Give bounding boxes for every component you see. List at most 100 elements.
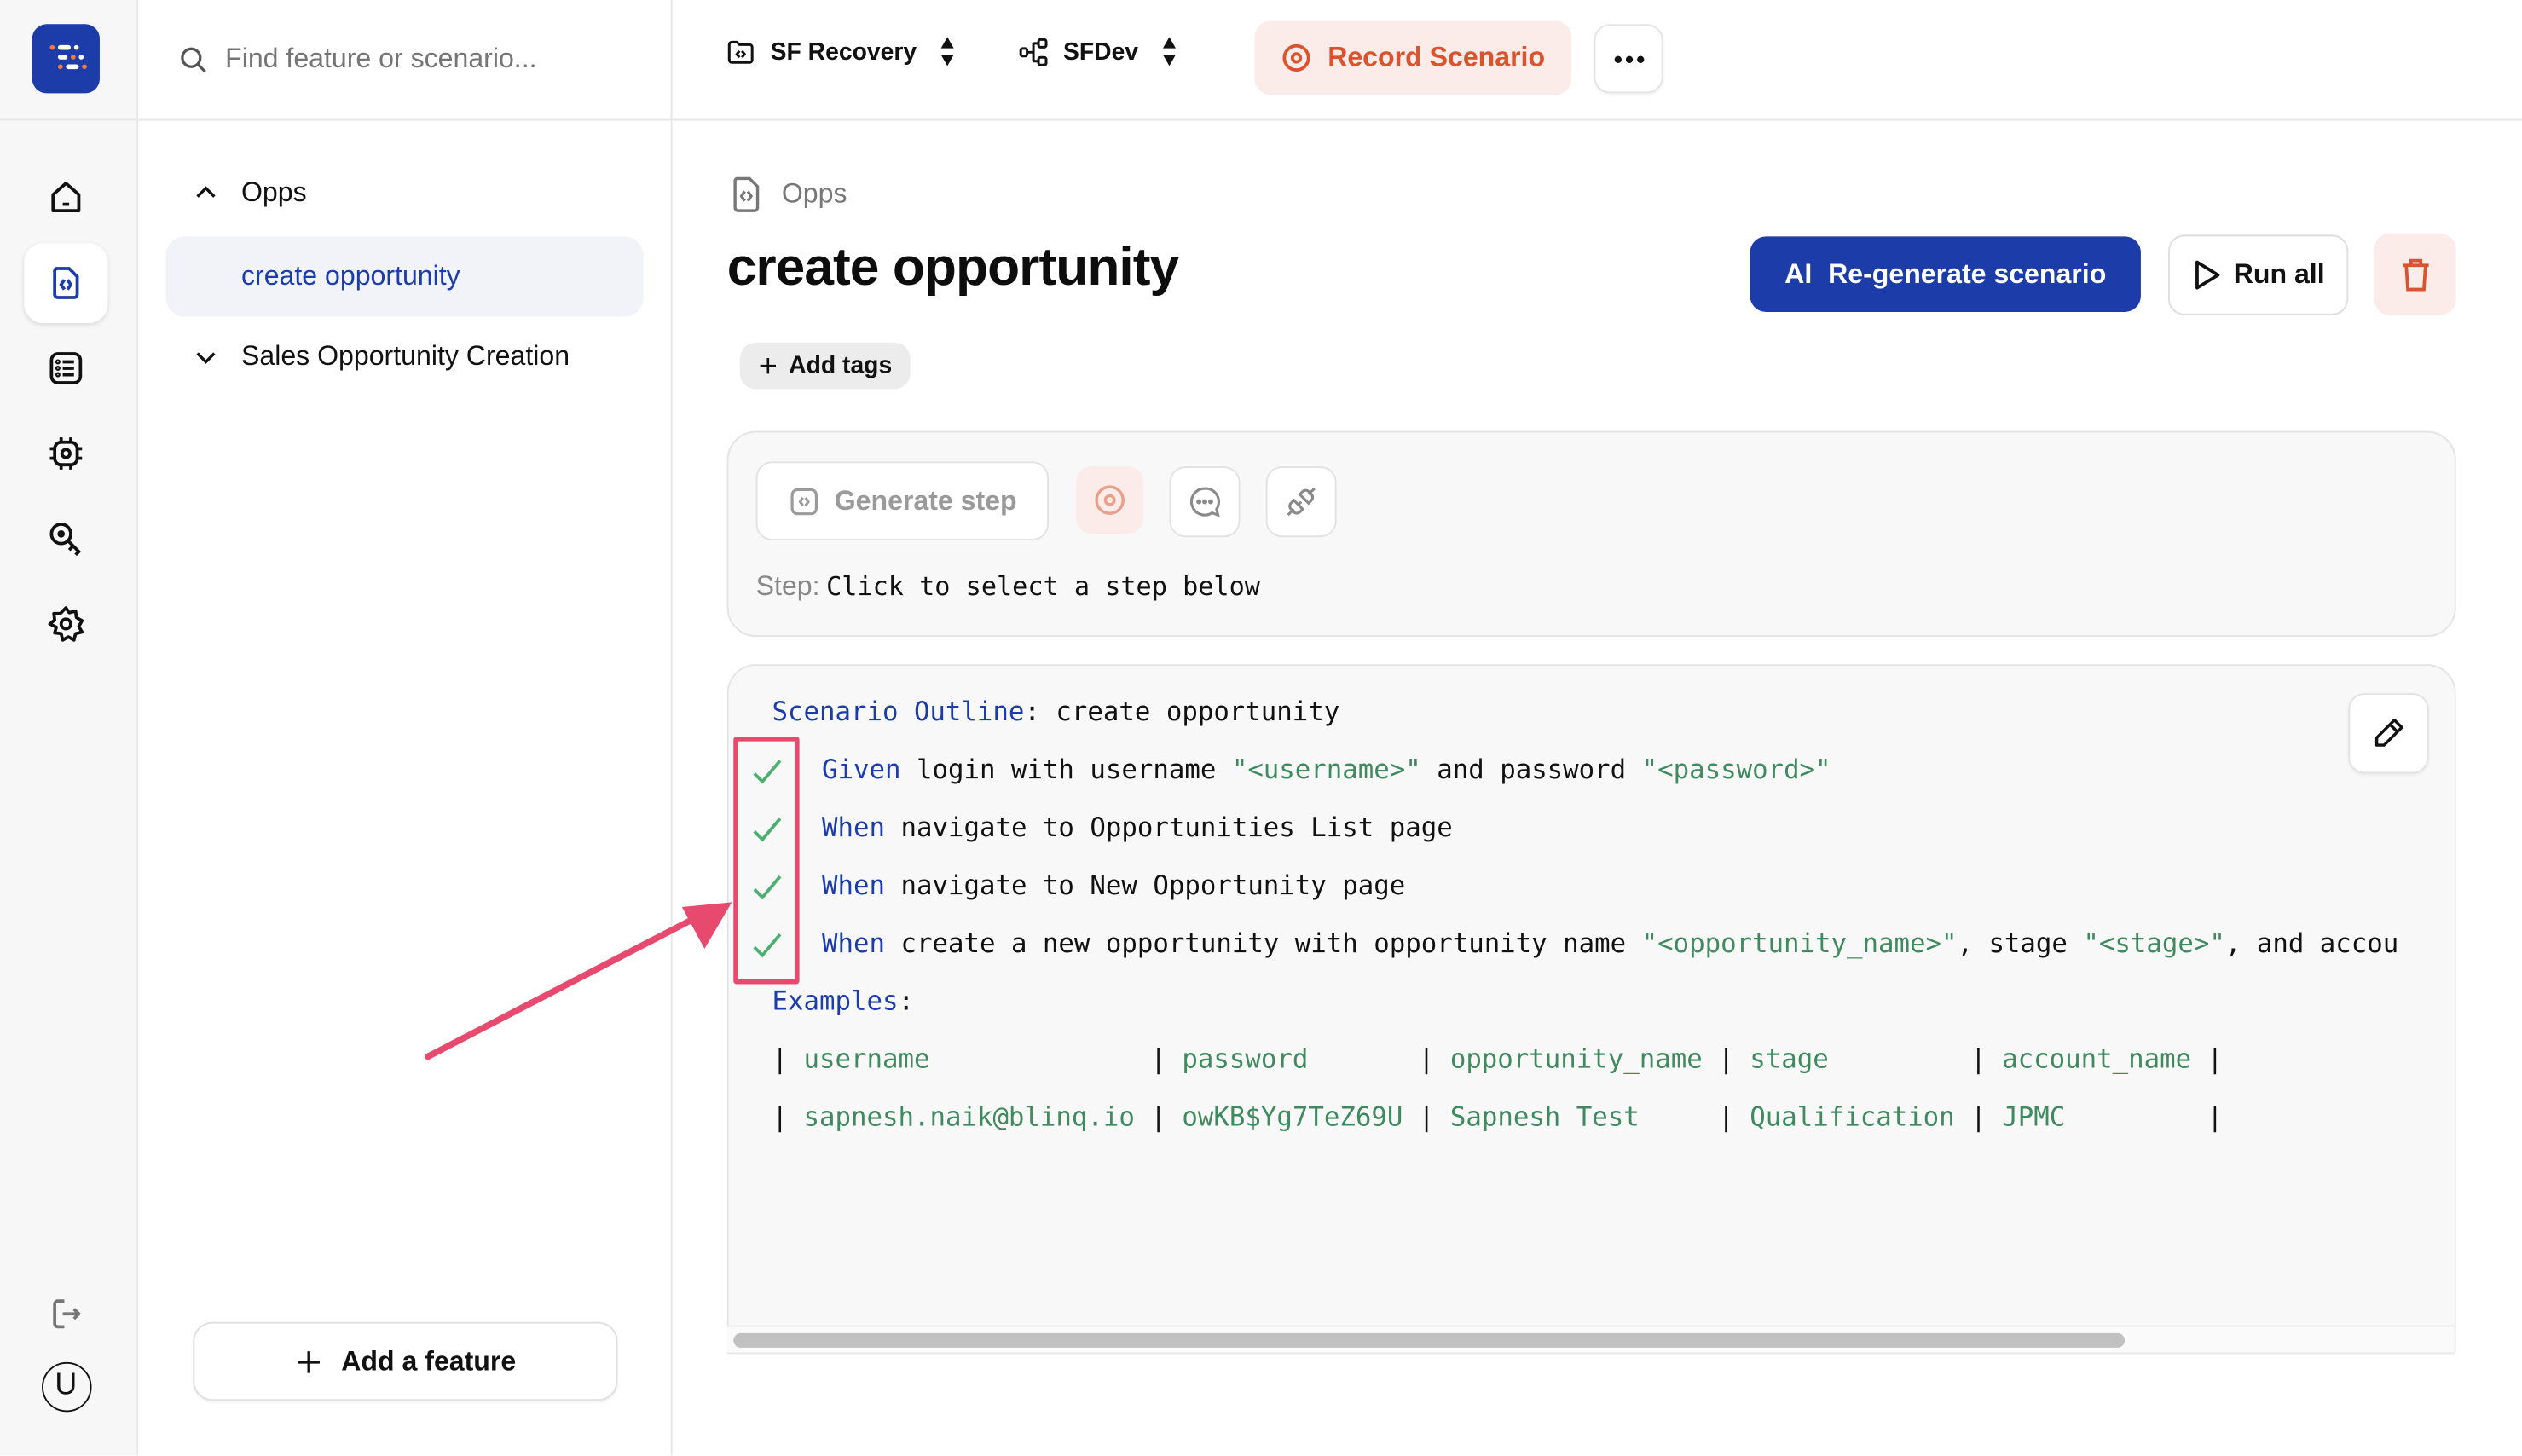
project-selector[interactable]: SF Recovery bbox=[726, 36, 956, 68]
step-text: login with username bbox=[916, 754, 1232, 785]
annotation-highlight-box bbox=[733, 737, 800, 985]
home-icon bbox=[51, 182, 81, 213]
scenario-editor: Opps create opportunity AI Re-generate s… bbox=[673, 120, 2522, 1455]
examples-line: Examples: bbox=[772, 985, 914, 1017]
chevron-down-icon bbox=[196, 352, 216, 364]
add-tags-label: Add tags bbox=[789, 352, 893, 380]
table-pipe: | bbox=[1718, 1101, 1734, 1133]
app-logo[interactable] bbox=[32, 24, 100, 94]
step-parameter: "<opportunity_name>" bbox=[1641, 927, 1958, 959]
plus-icon bbox=[761, 357, 777, 374]
plug-icon bbox=[1287, 487, 1316, 517]
table-pipe: | bbox=[772, 1043, 789, 1075]
examples-header-row: | username | password | opportunity_name… bbox=[772, 1043, 2224, 1074]
nav-list[interactable] bbox=[24, 328, 107, 408]
examples-header-cell: username bbox=[803, 1043, 930, 1075]
top-bar: SF Recovery SFDev Record Scenario bbox=[672, 0, 2522, 121]
pencil-icon bbox=[2374, 718, 2403, 747]
table-pipe: | bbox=[772, 1101, 789, 1133]
add-feature-button[interactable]: Add a feature bbox=[193, 1321, 618, 1401]
step-line[interactable]: When navigate to Opportunities List page bbox=[822, 812, 1453, 843]
table-pipe: | bbox=[1970, 1101, 1987, 1133]
search-input[interactable] bbox=[222, 42, 647, 78]
nav-keys[interactable] bbox=[24, 499, 107, 579]
generate-step-button[interactable]: Generate step bbox=[755, 461, 1049, 540]
search-bar bbox=[138, 0, 671, 121]
step-value: Click to select a step below bbox=[826, 570, 1260, 602]
step-keyword: Given bbox=[822, 754, 901, 785]
edit-scenario-button[interactable] bbox=[2348, 693, 2429, 774]
nav-features[interactable] bbox=[24, 242, 108, 324]
nav-home[interactable] bbox=[24, 158, 107, 238]
tree-scenario-create-opportunity[interactable]: create opportunity bbox=[165, 236, 644, 317]
record-icon bbox=[1283, 43, 1311, 72]
comment-step-button[interactable] bbox=[1169, 466, 1241, 538]
regenerate-scenario-label: Re-generate scenario bbox=[1828, 257, 2107, 289]
environment-selector-label: SFDev bbox=[1062, 38, 1139, 66]
updown-icon bbox=[1162, 37, 1176, 66]
step-parameter: "<username>" bbox=[1231, 754, 1421, 785]
examples-header-cell: password bbox=[1182, 1043, 1309, 1075]
nav-settings[interactable] bbox=[24, 584, 107, 664]
more-options-button[interactable] bbox=[1594, 24, 1663, 94]
regenerate-scenario-button[interactable]: AI Re-generate scenario bbox=[1750, 236, 2141, 312]
tree-feature-label: Opps bbox=[240, 176, 307, 208]
step-parameter: "<password>" bbox=[1641, 754, 1831, 785]
step-text: navigate to New Opportunity page bbox=[900, 870, 1406, 901]
step-line[interactable]: Given login with username "<username>" a… bbox=[822, 754, 1831, 785]
step-text: , and accou bbox=[2224, 927, 2399, 959]
tree-feature-sales-opportunity-creation[interactable]: Sales Opportunity Creation bbox=[191, 341, 570, 373]
table-pipe: | bbox=[2207, 1043, 2224, 1075]
page-title: create opportunity bbox=[726, 236, 1179, 297]
delete-scenario-button[interactable] bbox=[2374, 233, 2456, 315]
record-scenario-button[interactable]: Record Scenario bbox=[1254, 20, 1572, 95]
examples-header-cell: opportunity_name bbox=[1449, 1043, 1703, 1075]
tree-feature-opps[interactable]: Opps bbox=[191, 176, 307, 210]
updown-icon bbox=[940, 37, 954, 66]
examples-cell: JPMC bbox=[2002, 1101, 2066, 1133]
trash-icon bbox=[2402, 257, 2428, 291]
record-icon bbox=[1095, 485, 1125, 515]
avatar-letter: U bbox=[41, 1361, 91, 1412]
step-text: , stage bbox=[1957, 927, 2084, 959]
logout-button[interactable] bbox=[24, 1274, 107, 1354]
step-text: create a new opportunity with opportunit… bbox=[900, 927, 1642, 959]
examples-cell: sapnesh.naik@blinq.io bbox=[803, 1101, 1135, 1133]
nav-integrations[interactable] bbox=[24, 413, 107, 494]
table-pipe: | bbox=[1150, 1101, 1166, 1133]
avatar[interactable]: U bbox=[24, 1346, 107, 1426]
connect-step-button[interactable] bbox=[1265, 466, 1337, 538]
code-square-icon bbox=[790, 487, 818, 515]
ai-icon: AI bbox=[1784, 257, 1813, 289]
step-keyword: When bbox=[822, 812, 885, 843]
outline-title: create opportunity bbox=[1056, 696, 1340, 727]
table-pipe: | bbox=[1150, 1043, 1166, 1075]
breadcrumb[interactable]: Opps bbox=[730, 176, 847, 214]
gherkin-editor[interactable]: Scenario Outline: create opportunity Giv… bbox=[726, 664, 2456, 1353]
network-icon bbox=[1019, 37, 1048, 66]
examples-cell: Sapnesh Test bbox=[1449, 1101, 1640, 1133]
plus-icon bbox=[298, 1350, 321, 1372]
step-line[interactable]: When navigate to New Opportunity page bbox=[822, 870, 1405, 901]
step-line[interactable]: When create a new opportunity with oppor… bbox=[822, 928, 2398, 959]
tree-feature-label: Sales Opportunity Creation bbox=[240, 340, 570, 372]
examples-cell: Qualification bbox=[1750, 1101, 1955, 1133]
scrollbar-thumb[interactable] bbox=[733, 1332, 2126, 1348]
record-step-button[interactable] bbox=[1076, 466, 1144, 534]
app-window: U Opps create opportunity Sales Opportun… bbox=[0, 0, 2522, 1456]
step-text: and password bbox=[1420, 754, 1642, 785]
add-tags-button[interactable]: Add tags bbox=[739, 342, 911, 390]
examples-data-row: | sapnesh.naik@blinq.io | owKB$Yg7TeZ69U… bbox=[772, 1101, 2224, 1132]
step-parameter: "<stage>" bbox=[2083, 927, 2225, 959]
divider bbox=[0, 118, 137, 121]
table-pipe: | bbox=[1418, 1043, 1435, 1075]
run-all-button[interactable]: Run all bbox=[2168, 234, 2349, 315]
chevron-up-icon bbox=[196, 186, 216, 198]
environment-selector[interactable]: SFDev bbox=[1018, 36, 1177, 68]
generate-step-label: Generate step bbox=[834, 484, 1017, 516]
selected-step-line: Step: Click to select a step below bbox=[756, 571, 1260, 604]
run-all-label: Run all bbox=[2233, 258, 2325, 290]
breadcrumb-feature: Opps bbox=[781, 178, 847, 210]
folder-code-icon bbox=[727, 39, 754, 63]
horizontal-scrollbar[interactable] bbox=[726, 1325, 2455, 1355]
